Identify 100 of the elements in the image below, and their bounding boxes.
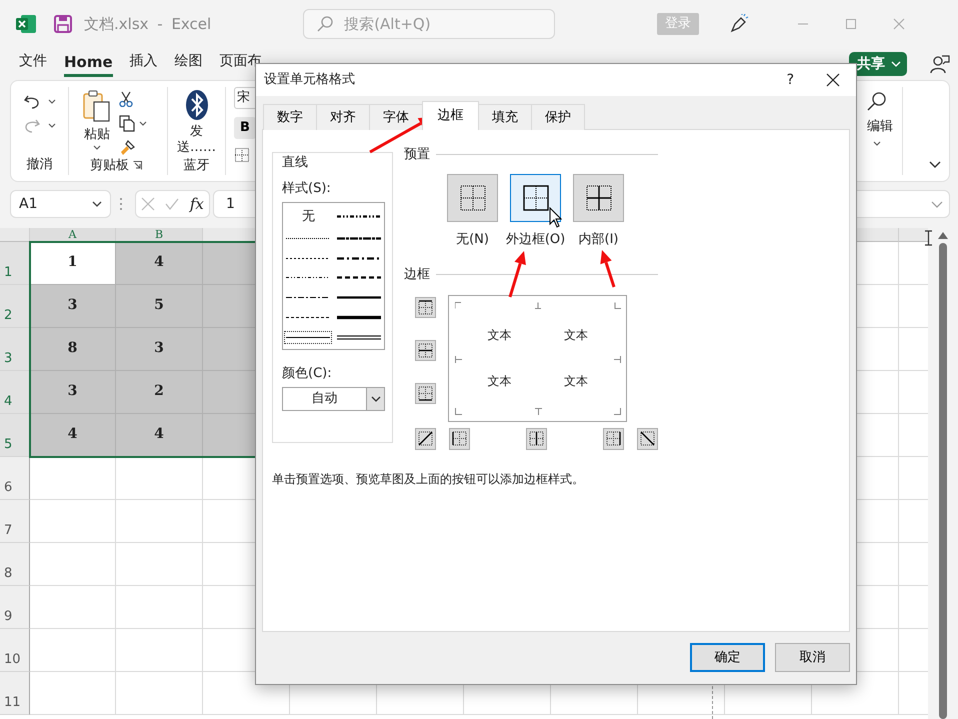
row-header[interactable]: 1 bbox=[0, 242, 30, 285]
scrollbar-thumb[interactable] bbox=[939, 243, 947, 719]
border-grid-icon[interactable] bbox=[458, 182, 488, 212]
column-header[interactable]: A bbox=[30, 228, 116, 242]
row-header[interactable]: 3 bbox=[0, 328, 30, 371]
search-field[interactable]: 搜索(Alt+Q) bbox=[303, 9, 556, 39]
paste-button[interactable]: 粘贴 bbox=[84, 125, 110, 144]
preset-button[interactable] bbox=[573, 174, 624, 222]
bluetooth-icon[interactable] bbox=[184, 89, 208, 121]
undo-icon[interactable] bbox=[24, 93, 40, 109]
row-header[interactable]: 10 bbox=[0, 629, 30, 672]
dialog-tab[interactable]: 对齐 bbox=[316, 104, 370, 130]
dialog-title: 设置单元格格式 bbox=[264, 71, 355, 90]
name-box[interactable]: A1 bbox=[10, 190, 111, 218]
format-painter-icon[interactable] bbox=[119, 140, 135, 156]
row-header[interactable]: 11 bbox=[0, 672, 30, 715]
check-icon[interactable] bbox=[165, 197, 180, 211]
editing-button[interactable]: 编辑 bbox=[867, 117, 893, 136]
border-icon[interactable] bbox=[234, 147, 250, 163]
section-title: 预置 bbox=[404, 146, 430, 164]
dialog-tab[interactable]: 数字 bbox=[263, 104, 317, 130]
preset-label: 外边框(O) bbox=[506, 230, 566, 248]
row-header[interactable]: 9 bbox=[0, 586, 30, 629]
caret-icon[interactable] bbox=[139, 121, 147, 126]
close-icon[interactable] bbox=[826, 73, 840, 87]
border-button[interactable] bbox=[415, 340, 436, 360]
row-header[interactable]: 6 bbox=[0, 457, 30, 500]
save-icon[interactable] bbox=[54, 15, 72, 33]
border-line-icon bbox=[529, 431, 544, 446]
border-grid-icon[interactable] bbox=[520, 182, 550, 212]
corner-mark bbox=[614, 356, 621, 362]
caret-icon[interactable] bbox=[873, 140, 881, 146]
preview-text: 文本 bbox=[564, 373, 588, 390]
group-label: 蓝牙 bbox=[184, 157, 210, 175]
corner-mark bbox=[455, 408, 462, 414]
table-cell: 3 bbox=[30, 285, 116, 328]
dialog-tab[interactable]: 字体 bbox=[369, 104, 423, 130]
corner-mark bbox=[614, 408, 621, 414]
insert-function-button[interactable]: fx bbox=[190, 192, 204, 216]
annotation-arrow bbox=[508, 251, 526, 298]
collapse-icon[interactable] bbox=[929, 161, 941, 169]
preset-button[interactable] bbox=[510, 174, 561, 222]
border-button[interactable] bbox=[448, 428, 470, 450]
expand-icon[interactable] bbox=[931, 200, 943, 208]
row-header[interactable]: 7 bbox=[0, 500, 30, 543]
ok-button[interactable]: 确定 bbox=[690, 643, 765, 672]
launcher-icon[interactable] bbox=[133, 161, 142, 170]
dialog-tab[interactable]: 边框 bbox=[422, 101, 479, 130]
preset-button[interactable] bbox=[447, 174, 498, 222]
border-button[interactable] bbox=[415, 296, 436, 318]
border-line-icon bbox=[452, 431, 467, 446]
copy-icon[interactable] bbox=[119, 115, 135, 132]
search-icon[interactable] bbox=[867, 91, 887, 111]
border-grid-icon[interactable] bbox=[584, 182, 614, 212]
row-header[interactable]: 4 bbox=[0, 371, 30, 414]
caret-icon[interactable] bbox=[48, 98, 56, 104]
cancel-button[interactable]: 取消 bbox=[775, 643, 850, 672]
menu-tab[interactable]: 插入 bbox=[130, 51, 158, 77]
mouse-pointer-icon bbox=[549, 207, 562, 228]
color-select[interactable]: 自动 bbox=[282, 386, 385, 410]
border-button[interactable] bbox=[526, 428, 547, 450]
dialog-tab[interactable]: 保护 bbox=[531, 104, 585, 130]
preview-text: 文本 bbox=[487, 373, 512, 390]
cut-icon[interactable] bbox=[119, 91, 133, 107]
line-style-option[interactable] bbox=[284, 330, 332, 344]
share-button[interactable]: 共享 bbox=[849, 52, 907, 76]
border-button[interactable] bbox=[603, 428, 624, 450]
border-line-icon bbox=[640, 431, 656, 446]
table-cell: 3 bbox=[30, 371, 116, 414]
corner-mark bbox=[535, 302, 542, 308]
paste-icon[interactable] bbox=[83, 89, 111, 123]
menu-tab[interactable]: 文件 bbox=[19, 51, 47, 77]
comment-icon[interactable] bbox=[930, 54, 950, 74]
border-preview[interactable]: 文本 文本 文本 文本 bbox=[448, 294, 627, 422]
row-header[interactable]: 5 bbox=[0, 414, 30, 457]
preview-text: 文本 bbox=[487, 326, 512, 344]
help-button[interactable]: ? bbox=[786, 70, 794, 90]
row-header[interactable]: 2 bbox=[0, 285, 30, 328]
scroll-up-icon[interactable] bbox=[938, 232, 948, 239]
dropdown-icon[interactable] bbox=[370, 396, 380, 402]
border-button[interactable] bbox=[415, 382, 436, 404]
table-cell: 4 bbox=[116, 414, 203, 457]
menu-tab[interactable]: Home bbox=[64, 51, 113, 77]
table-cell: 5 bbox=[116, 285, 203, 328]
more-icon[interactable] bbox=[119, 197, 123, 211]
border-button[interactable] bbox=[637, 428, 658, 450]
send-button[interactable]: 发送…… bbox=[174, 124, 218, 156]
annotation-arrow bbox=[600, 250, 616, 288]
caret-icon[interactable] bbox=[48, 122, 56, 128]
menu-tab[interactable]: 绘图 bbox=[174, 51, 203, 77]
pen-icon[interactable] bbox=[729, 14, 750, 34]
border-button[interactable] bbox=[415, 428, 436, 450]
dialog-tab[interactable]: 填充 bbox=[478, 104, 532, 130]
line-style-list[interactable]: 无 bbox=[282, 202, 385, 350]
line-style-option[interactable]: 无 bbox=[300, 205, 317, 228]
dropdown-icon[interactable] bbox=[92, 201, 102, 207]
caret-icon[interactable] bbox=[93, 144, 101, 150]
row-header[interactable]: 8 bbox=[0, 543, 30, 586]
column-header[interactable]: B bbox=[116, 228, 203, 242]
bold-button[interactable]: B bbox=[234, 117, 256, 139]
